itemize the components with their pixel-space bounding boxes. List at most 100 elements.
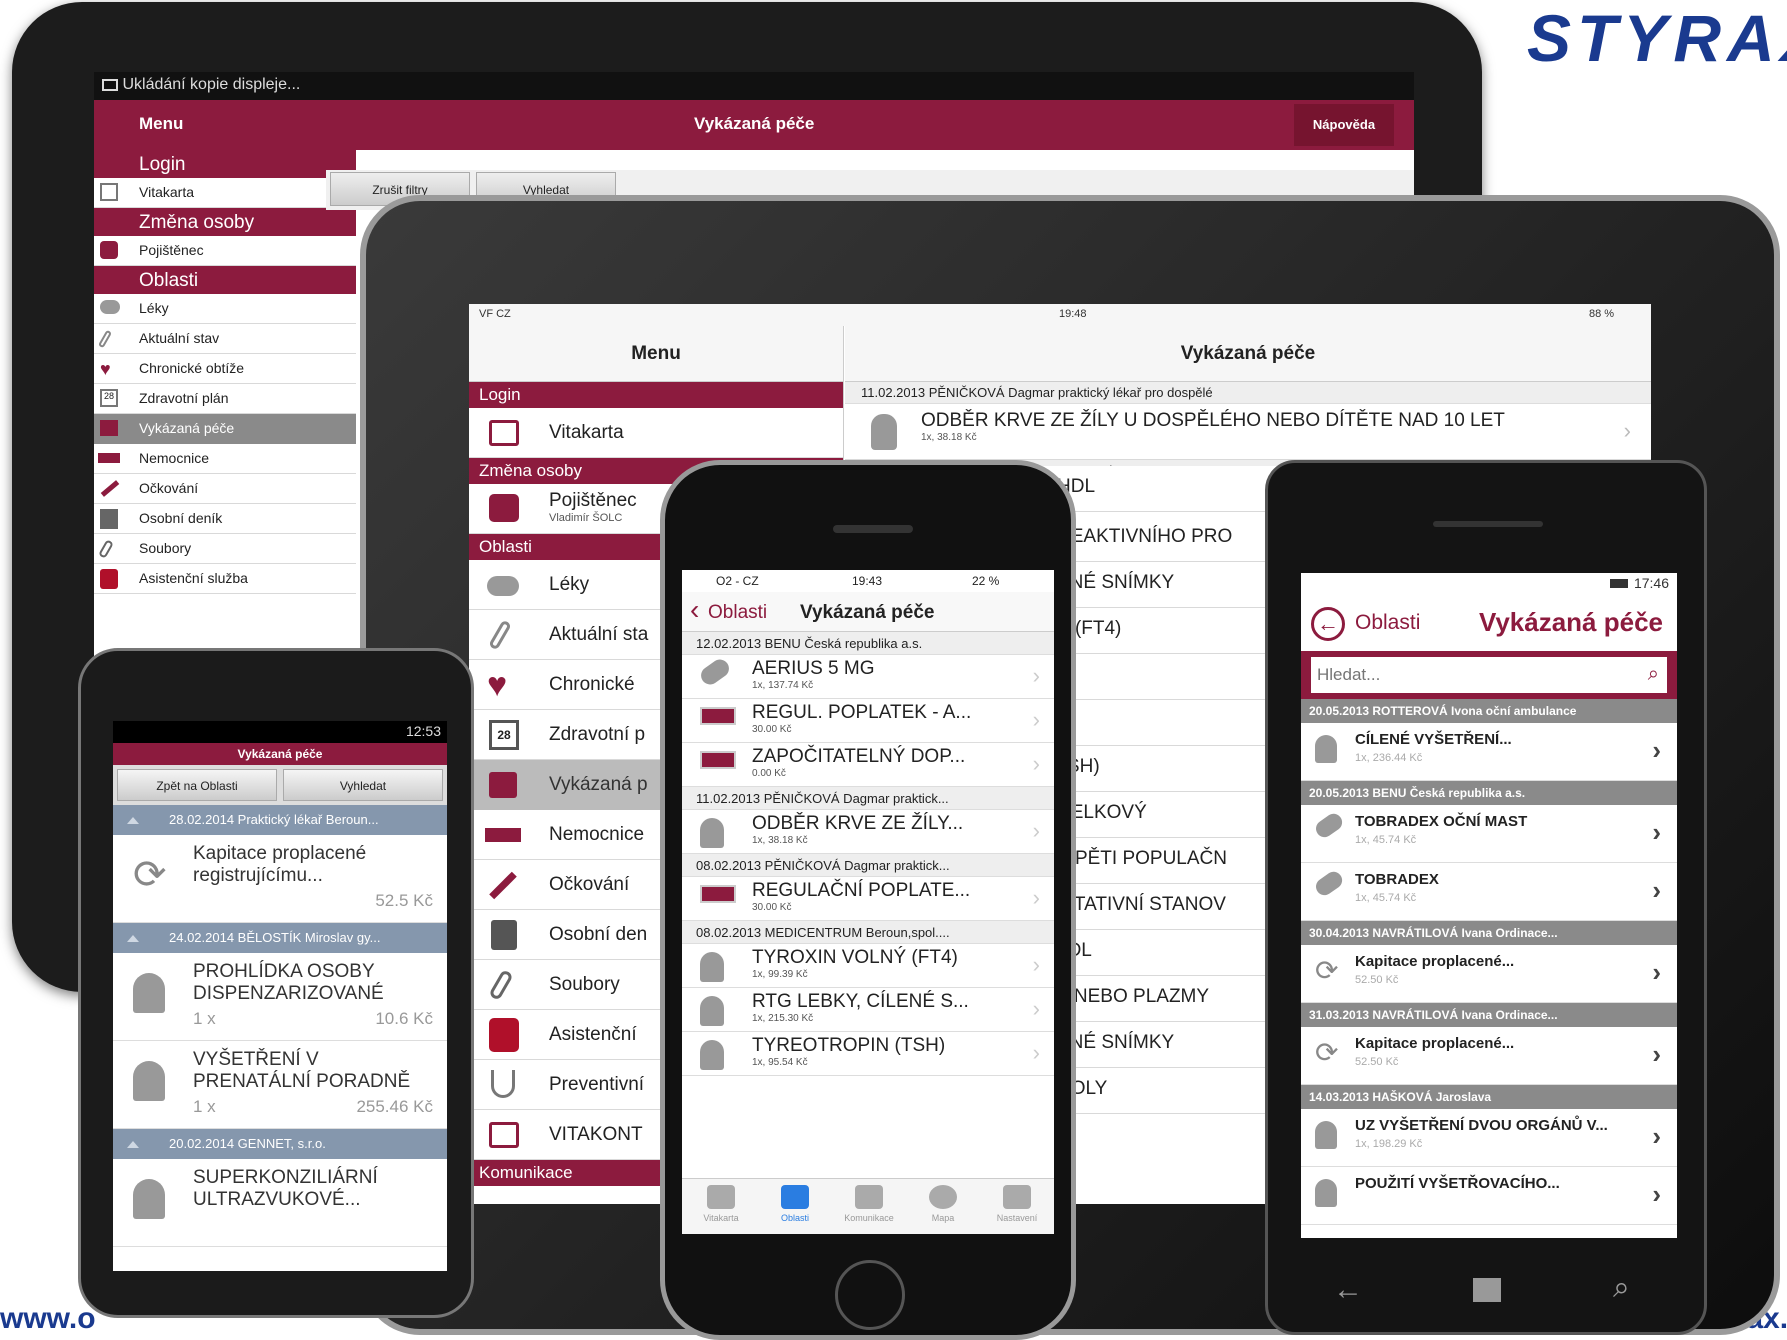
menu-label[interactable]: Menu: [139, 114, 183, 134]
item-title: AERIUS 5 MG: [752, 658, 875, 679]
home-button[interactable]: [835, 1260, 905, 1330]
care-item[interactable]: ⟳ Kapitace proplacené... 52.50 Kč ›: [1301, 1027, 1677, 1085]
back-label[interactable]: Oblasti: [708, 602, 767, 624]
sidebar-item-assistance[interactable]: Asistenční služba: [94, 564, 356, 594]
chevron-left-icon[interactable]: ‹: [690, 596, 699, 624]
item-subtitle: 1x, 38.18 Kč: [752, 835, 808, 846]
chevron-right-icon: ›: [1652, 817, 1661, 847]
care-item[interactable]: AERIUS 5 MG 1x, 137.74 Kč ›: [682, 655, 1054, 699]
item-subtitle: 1x, 198.29 Kč: [1355, 1138, 1423, 1150]
content-title: Vykázaná péče: [845, 326, 1651, 382]
item-title: VYŠETŘENÍ V PRENATÁLNÍ PORADNĚ: [193, 1049, 411, 1092]
item-title: ZAPOČITATELNÝ DOP...: [752, 746, 966, 767]
chevron-right-icon: ›: [1032, 818, 1040, 843]
iphone-frame: O2 - CZ 19:43 22 % ‹ Oblasti Vykázaná pé…: [660, 460, 1076, 1340]
chevron-right-icon: ›: [1032, 663, 1040, 688]
card-icon: [489, 420, 519, 446]
refresh-icon: ⟳: [133, 853, 167, 897]
pills-icon: [1312, 868, 1346, 899]
back-to-areas-button[interactable]: Zpět na Oblasti: [117, 769, 277, 801]
care-item[interactable]: POUŽITÍ VYŠETŘOVACÍHO... ›: [1301, 1167, 1677, 1225]
sidebar-item-care-reported[interactable]: Vykázaná péče: [94, 414, 356, 444]
collapse-arrow-icon[interactable]: [127, 1141, 139, 1148]
iphone-tabbar: Vitakarta Oblasti Komunikace Mapa Nastavení: [682, 1178, 1054, 1234]
item-title: Kapitace proplacené...: [1355, 953, 1515, 970]
tab-areas[interactable]: Oblasti: [760, 1183, 830, 1233]
collapse-arrow-icon[interactable]: [127, 817, 139, 824]
back-arrow-icon[interactable]: ←: [1311, 607, 1345, 641]
care-item[interactable]: REGULAČNÍ POPLATE... 30.00 Kč ›: [682, 877, 1054, 921]
search-icon[interactable]: ⌕: [1648, 663, 1659, 686]
windows-key-icon[interactable]: [1473, 1278, 1501, 1302]
care-item[interactable]: CÍLENÉ VYŠETŘENÍ... 1x, 236.44 Kč ›: [1301, 723, 1677, 781]
sidebar-item-chronic[interactable]: ♥ Chronické obtíže: [94, 354, 356, 384]
back-key-icon[interactable]: ←: [1333, 1273, 1363, 1307]
menu-item-vitakarta[interactable]: Vitakarta: [469, 408, 843, 458]
phone-icon: [489, 1018, 519, 1052]
doctor-icon: [700, 818, 724, 848]
care-item[interactable]: PROHLÍDKA OSOBY DISPENZARIZOVANÉ 1 x 10.6 …: [113, 953, 447, 1041]
calendar-icon: 28: [100, 389, 118, 407]
iphone-screen: O2 - CZ 19:43 22 % ‹ Oblasti Vykázaná pé…: [682, 570, 1054, 1234]
care-item[interactable]: ⟳ Kapitace proplacené... 52.50 Kč ›: [1301, 945, 1677, 1003]
help-button[interactable]: Nápověda: [1294, 104, 1394, 146]
pills-icon: [100, 300, 120, 314]
tab-vitakarta[interactable]: Vitakarta: [686, 1183, 756, 1233]
doctor-icon: [1315, 735, 1338, 763]
care-item[interactable]: TOBRADEX 1x, 45.74 Kč ›: [1301, 863, 1677, 921]
sidebar-item-hospital[interactable]: Nemocnice: [94, 444, 356, 474]
tab-map[interactable]: Mapa: [908, 1183, 978, 1233]
chevron-right-icon: ›: [1032, 1040, 1040, 1065]
section-header-areas: Oblasti: [94, 266, 356, 294]
group-header: 20.05.2013 ROTTEROVÁ Ivona oční ambulanc…: [1301, 699, 1677, 723]
back-label[interactable]: Oblasti: [1355, 611, 1420, 635]
care-item[interactable]: ⟳ Kapitace proplacené registrujícímu... 52…: [113, 835, 447, 923]
care-item[interactable]: UZ VYŠETŘENÍ DVOU ORGÁNŮ V... 1x, 198.29 …: [1301, 1109, 1677, 1167]
care-item[interactable]: SUPERKONZILIÁRNÍ ULTRAZVUKOVÉ...: [113, 1159, 447, 1247]
item-title: UZ VYŠETŘENÍ DVOU ORGÁNŮ V...: [1355, 1117, 1608, 1134]
item-subtitle: 1x, 45.74 Kč: [1355, 892, 1417, 904]
card-icon: [707, 1185, 735, 1209]
menu-title: Menu: [469, 326, 843, 382]
care-item[interactable]: ODBĚR KRVE ZE ŽÍLY U DOSPĚLÉHO NEBO DÍTĚ…: [845, 404, 1651, 460]
chat-icon: [855, 1185, 883, 1209]
sidebar-item-health-plan[interactable]: 28 Zdravotní plán: [94, 384, 356, 414]
sidebar-item-files[interactable]: Soubory: [94, 534, 356, 564]
speaker-grille: [1433, 521, 1543, 527]
heart-icon: ♥: [487, 666, 508, 704]
item-footer: 1 x 10.6 Kč: [193, 1009, 433, 1029]
care-item[interactable]: ODBĚR KRVE ZE ŽÍLY... 1x, 38.18 Kč ›: [682, 810, 1054, 854]
notebook-icon: [491, 920, 517, 950]
search-button[interactable]: Vyhledat: [283, 769, 443, 801]
iphone-statusbar: O2 - CZ 19:43 22 %: [716, 574, 1000, 588]
collapse-arrow-icon[interactable]: [127, 935, 139, 942]
doctor-icon: [700, 1040, 724, 1070]
stethoscope-icon: [491, 1070, 515, 1098]
sidebar-item-diary[interactable]: Osobní deník: [94, 504, 356, 534]
sidebar-item-current-state[interactable]: Aktuální stav: [94, 324, 356, 354]
windows-phone-screen: 17:46 ← Oblasti Vykázaná péče ⌕ 20.05.20…: [1301, 573, 1677, 1238]
care-item[interactable]: TYROXIN VOLNÝ (FT4) 1x, 99.39 Kč ›: [682, 944, 1054, 988]
iphone-list: 12.02.2013 BENU Česká republika a.s. AERI…: [682, 632, 1054, 1076]
card-icon: [700, 707, 736, 725]
sidebar-item-vitakarta[interactable]: Vitakarta: [94, 178, 356, 208]
search-input[interactable]: [1311, 657, 1632, 693]
sidebar-item-vaccination[interactable]: Očkování: [94, 474, 356, 504]
item-subtitle: 1x, 99.39 Kč: [752, 969, 808, 980]
page-title: Vykázaná péče: [694, 114, 815, 133]
care-item[interactable]: VYŠETŘENÍ V PRENATÁLNÍ PORADNĚ 1 x 255.46 …: [113, 1041, 447, 1129]
sidebar-item-insured[interactable]: Pojištěnec: [94, 236, 356, 266]
search-key-icon[interactable]: ⌕: [1613, 1271, 1630, 1305]
iphone-navbar: ‹ Oblasti Vykázaná péče: [682, 592, 1054, 632]
care-item[interactable]: ZAPOČITATELNÝ DOP... 0.00 Kč ›: [682, 743, 1054, 787]
doctor-icon: [133, 1061, 165, 1101]
tab-communication[interactable]: Komunikace: [834, 1183, 904, 1233]
care-item[interactable]: TOBRADEX OČNÍ MAST 1x, 45.74 Kč ›: [1301, 805, 1677, 863]
card-icon: [489, 1122, 519, 1148]
tab-settings[interactable]: Nastavení: [982, 1183, 1052, 1233]
care-item[interactable]: TYREOTROPIN (TSH) 1x, 95.54 Kč ›: [682, 1032, 1054, 1076]
group-header: 24.02.2014 BĚLOSTÍK Miroslav gy...: [113, 923, 447, 953]
care-item[interactable]: RTG LEBKY, CÍLENÉ S... 1x, 215.30 Kč ›: [682, 988, 1054, 1032]
sidebar-item-medicines[interactable]: Léky: [94, 294, 356, 324]
care-item[interactable]: REGUL. POPLATEK - A... 30.00 Kč ›: [682, 699, 1054, 743]
